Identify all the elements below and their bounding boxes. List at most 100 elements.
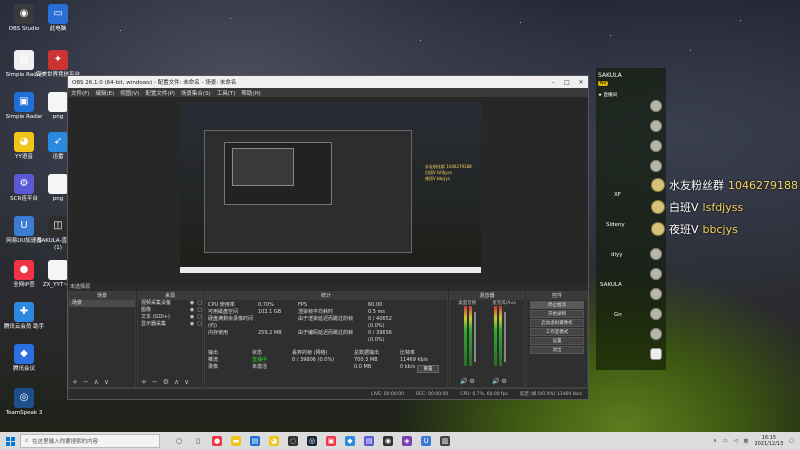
wechat-icon[interactable]: ◌ [288, 436, 298, 446]
source-item[interactable]: 图像 ◉ ▢ [138, 307, 202, 314]
app-icon[interactable]: ◆ [345, 436, 355, 446]
menu-view[interactable]: 视图(V) [120, 89, 139, 97]
remove-icon[interactable]: − [152, 378, 158, 386]
stats-header: 统计 [205, 292, 447, 300]
avatar[interactable] [650, 308, 662, 320]
task-view-icon[interactable]: ○ [174, 436, 184, 446]
source-item[interactable]: 文本 (GDI+) ◉ ▢ [138, 314, 202, 321]
folder-icon[interactable]: ▬ [231, 436, 241, 446]
stat-label: 可用磁盘空间 [208, 309, 239, 315]
avatar [651, 222, 665, 236]
obs-titlebar[interactable]: OBS 26.1.0 (64-bit, windows) - 配置文件: 未命名… [68, 76, 588, 88]
move-down-icon[interactable]: ∨ [104, 378, 109, 386]
menu-help[interactable]: 帮助(H) [241, 89, 260, 97]
source-item[interactable]: 显示器采集 ◉ ▢ [138, 321, 202, 328]
app-icon: ✚ [14, 302, 34, 322]
move-down-icon[interactable]: ∨ [184, 378, 189, 386]
app-icon[interactable]: ▣ [326, 436, 336, 446]
start-recording-button[interactable]: 开始录制 [530, 310, 584, 318]
virtual-camera-button[interactable]: 启动虚拟摄像机 [530, 319, 584, 327]
reset-button[interactable]: 重置 [417, 365, 439, 373]
avatar[interactable] [650, 120, 662, 132]
speaker-icon[interactable]: 🔊 ⚙ [460, 378, 475, 385]
avatar[interactable] [650, 248, 662, 260]
room-label: ★ 直播间 [598, 93, 617, 98]
volume-slider[interactable] [504, 312, 506, 362]
chrome-icon[interactable]: ● [212, 436, 222, 446]
steam-icon[interactable]: ◎ [307, 436, 317, 446]
lock-icon[interactable]: ▢ [197, 300, 202, 307]
menu-edit[interactable]: 编辑(E) [95, 89, 114, 97]
yy-icon[interactable]: ◕ [269, 436, 279, 446]
source-item[interactable]: 视频采集设备 ◉ ▢ [138, 300, 202, 307]
eye-icon[interactable]: ◉ [190, 307, 194, 314]
ime-indicator[interactable]: 英 [743, 438, 748, 445]
avatar[interactable] [650, 140, 662, 152]
tray-expand-icon[interactable]: ∧ [713, 438, 717, 444]
streamer-name: SAKULA [598, 72, 622, 79]
settings-button[interactable]: 设置 [530, 337, 584, 345]
avatar[interactable] [650, 288, 662, 300]
preview-taskbar [180, 267, 481, 273]
minimize-icon[interactable]: – [546, 79, 560, 86]
menu-scene-collection[interactable]: 场景集合(S) [181, 89, 211, 97]
avatar[interactable] [650, 268, 662, 280]
app-icon[interactable]: ◈ [402, 436, 412, 446]
output-table: 输出 状态 丢弃的帧 (网络) 总数据输出 比特率 推流 直播中 0 / 398… [208, 350, 444, 371]
close-icon[interactable]: ✕ [574, 79, 588, 86]
chat-icon[interactable] [650, 348, 662, 360]
app-icon [48, 92, 68, 112]
remove-icon[interactable]: − [83, 378, 89, 386]
desktop-icon[interactable]: ◎ TeamSpeak 3 [2, 388, 46, 417]
live-timer: LIVE: 00:00:00 [371, 391, 405, 397]
eye-icon[interactable]: ◉ [190, 321, 194, 328]
stat-label: 硬盘满剩余录像时间 (约) [208, 316, 254, 329]
move-up-icon[interactable]: ∧ [94, 378, 99, 386]
desktop-icon[interactable]: ▭ 此电脑 [36, 4, 80, 33]
move-up-icon[interactable]: ∧ [174, 378, 179, 386]
app-icon[interactable]: ▤ [250, 436, 260, 446]
eye-icon[interactable]: ◉ [190, 300, 194, 307]
avatar[interactable] [650, 100, 662, 112]
menu-tools[interactable]: 工具(T) [217, 89, 236, 97]
search-box[interactable]: ⌕ 在这里输入你要搜索的内容 [20, 434, 160, 448]
mic-icon[interactable]: 🔊 ⚙ [492, 378, 507, 385]
desktop-icon[interactable]: ✚ 腾讯云会员 助手 [2, 302, 46, 331]
stat-label: FPS [298, 302, 308, 308]
avatar[interactable] [650, 328, 662, 340]
start-button[interactable] [0, 432, 20, 450]
stop-stream-button[interactable]: 停止推流 [530, 301, 584, 309]
network-icon[interactable]: ▭ [723, 438, 728, 444]
studio-mode-button[interactable]: 工作室模式 [530, 328, 584, 336]
add-icon[interactable]: + [72, 378, 78, 386]
app-icon[interactable]: ▥ [440, 436, 450, 446]
lock-icon[interactable]: ▢ [197, 307, 202, 314]
avatar[interactable] [650, 160, 662, 172]
obs-icon[interactable]: ◉ [383, 436, 393, 446]
scene-item[interactable]: 场景 [69, 300, 135, 307]
desktop-icon[interactable]: ◆ 腾讯会议 [2, 344, 46, 373]
gear-icon[interactable]: ⚙ [163, 378, 169, 386]
eye-icon[interactable]: ◉ [190, 314, 194, 321]
maximize-icon[interactable]: □ [560, 79, 574, 86]
add-icon[interactable]: + [141, 378, 147, 386]
app-icon[interactable]: ▤ [364, 436, 374, 446]
controls-header: 控件 [527, 292, 587, 300]
lock-icon[interactable]: ▢ [197, 321, 202, 328]
task-switch-icon[interactable]: ▯ [193, 436, 203, 446]
notification-icon[interactable]: ▢ [789, 438, 794, 444]
exit-button[interactable]: 退出 [530, 346, 584, 354]
volume-slider[interactable] [474, 312, 476, 362]
clock[interactable]: 16:15 2021/12/13 [754, 435, 783, 447]
app-icon: ▭ [48, 4, 68, 24]
menu-profile[interactable]: 配置文件(P) [145, 89, 175, 97]
app-icon[interactable]: U [421, 436, 431, 446]
menu-file[interactable]: 文件(F) [71, 89, 89, 97]
preview-canvas[interactable]: 水友粉丝群 1046279188 白班V lsfdjyss 夜班V bbcjys [180, 102, 481, 273]
scenes-header: 场景 [69, 292, 135, 300]
speaker-icon[interactable]: ◁ [734, 438, 738, 444]
lock-icon[interactable]: ▢ [197, 314, 202, 321]
stat-value: 0.5 ms [368, 309, 386, 315]
table-header: 比特率 [400, 350, 416, 356]
status-badge: 未激活 [252, 364, 268, 370]
